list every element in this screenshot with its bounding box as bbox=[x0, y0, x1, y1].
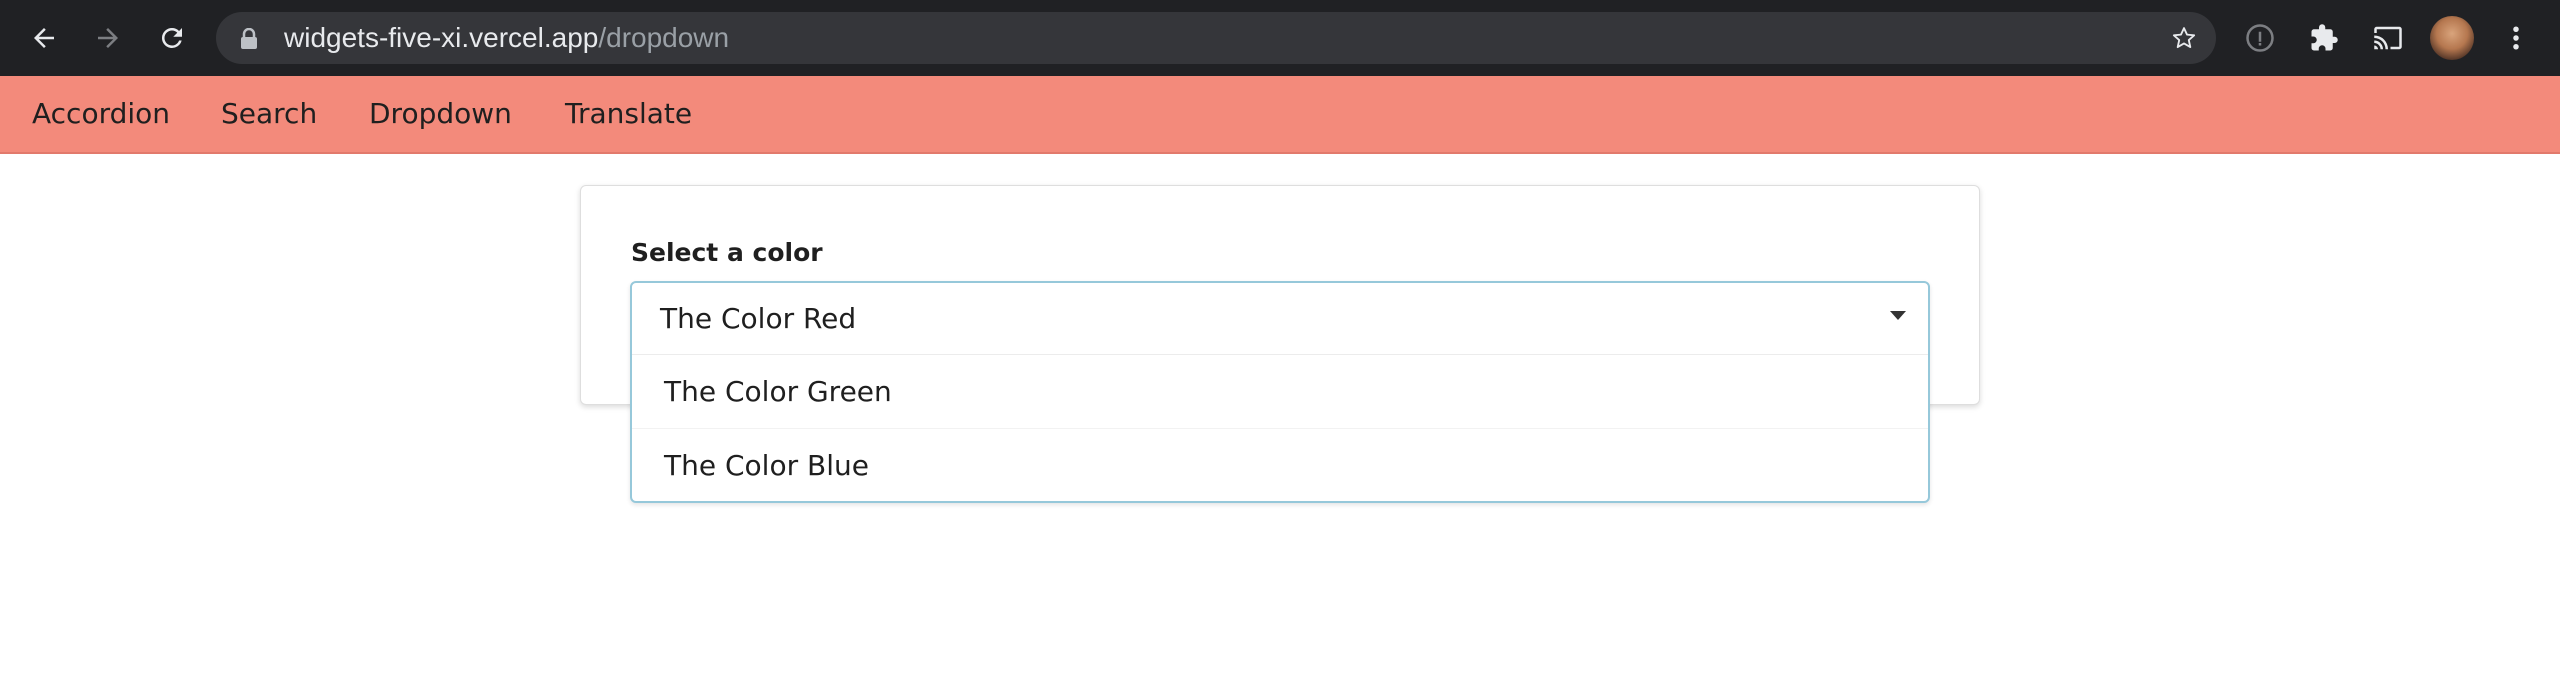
star-icon[interactable] bbox=[2170, 24, 2198, 57]
selected-value: The Color Red bbox=[660, 302, 857, 335]
dropdown-option[interactable]: The Color Blue bbox=[632, 429, 1928, 503]
nav-link-translate[interactable]: Translate bbox=[565, 76, 692, 152]
back-icon[interactable] bbox=[24, 18, 64, 58]
forward-icon[interactable] bbox=[88, 18, 128, 58]
menu-icon[interactable] bbox=[2496, 18, 2536, 58]
nav-link-search[interactable]: Search bbox=[221, 76, 317, 152]
nav-link-accordion[interactable]: Accordion bbox=[32, 76, 170, 152]
extensions-icon[interactable] bbox=[2304, 18, 2344, 58]
browser-toolbar: widgets-five-xi.vercel.app/dropdown bbox=[0, 0, 2560, 76]
field-label: Select a color bbox=[631, 238, 823, 267]
address-bar[interactable]: widgets-five-xi.vercel.app/dropdown bbox=[216, 12, 2216, 64]
option-label: The Color Green bbox=[664, 375, 892, 408]
cast-icon[interactable] bbox=[2368, 18, 2408, 58]
reload-icon[interactable] bbox=[152, 18, 192, 58]
caret-down-icon[interactable] bbox=[1890, 311, 1906, 320]
lock-icon bbox=[240, 27, 258, 55]
url-text: widgets-five-xi.vercel.app/dropdown bbox=[284, 22, 730, 53]
info-icon[interactable] bbox=[2240, 18, 2280, 58]
avatar[interactable] bbox=[2430, 16, 2474, 60]
app-nav: Accordion Search Dropdown Translate bbox=[0, 76, 2560, 154]
color-dropdown[interactable]: The Color Red The Color Green The Color … bbox=[630, 281, 1930, 503]
nav-link-dropdown[interactable]: Dropdown bbox=[369, 76, 512, 152]
dropdown-selected[interactable]: The Color Red bbox=[632, 283, 1928, 355]
dropdown-option[interactable]: The Color Green bbox=[632, 355, 1928, 429]
option-label: The Color Blue bbox=[664, 449, 869, 482]
